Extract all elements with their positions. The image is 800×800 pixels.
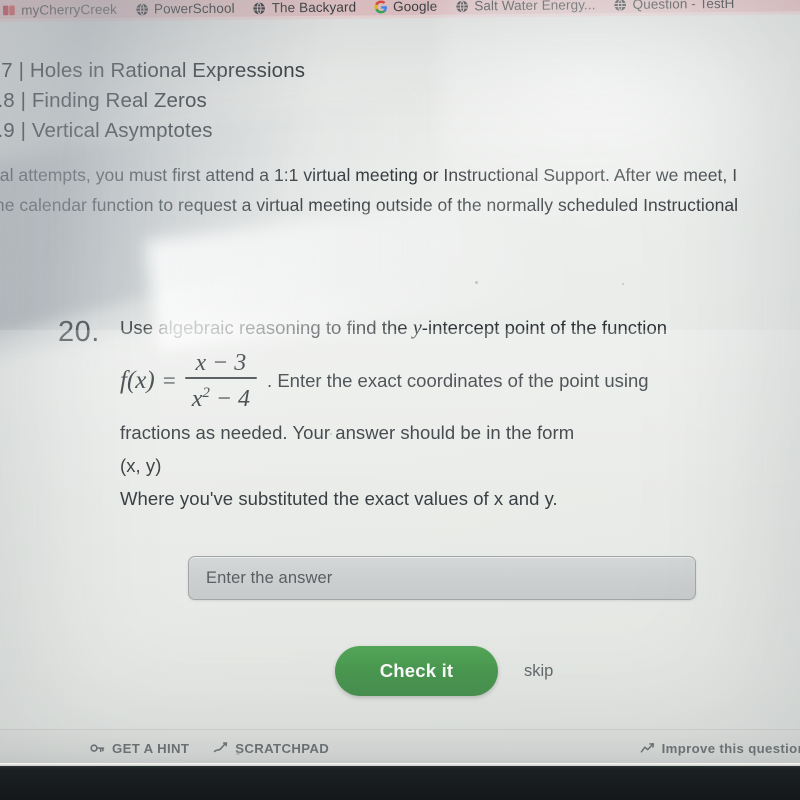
toolbar-left-group: GET A HINT SCRATCHPAD: [90, 741, 329, 756]
bookmark-label: Question - TestH: [632, 0, 735, 12]
formula-trailing-text: . Enter the exact coordinates of the poi…: [267, 370, 649, 391]
instructions-notice: nal attempts, you must first attend a 1:…: [0, 160, 800, 220]
denominator-base: x: [191, 386, 203, 413]
improve-question-button[interactable]: Improve this question: [640, 741, 800, 756]
bookmark-label: Google: [393, 0, 438, 15]
pencil-scribble-icon: [214, 741, 228, 752]
function-formula: f(x) = x − 3 x2 − 4 . Enter the exact co…: [120, 350, 778, 413]
question-text-after: point of the function: [499, 317, 668, 338]
bookmark-the-backyard[interactable]: The Backyard: [253, 0, 357, 20]
denominator-exponent: 2: [202, 385, 210, 402]
notice-line: nal attempts, you must first attend a 1:…: [0, 165, 738, 185]
bookmark-label: Salt Water Energy...: [474, 0, 596, 14]
bookmark-salt-water-energy[interactable]: Salt Water Energy...: [455, 0, 596, 18]
question-text-intercept: -intercept: [421, 317, 500, 338]
topic-item[interactable]: 2.8 | Finding Real Zeros: [0, 86, 684, 116]
question-bottom-toolbar: GET A HINT SCRATCHPAD Improve this quest…: [0, 729, 800, 766]
dust-speck: [330, 433, 332, 435]
monitor-screen-area: 2.7 | Holes in Rational Expressions 2.8 …: [0, 0, 800, 766]
bookmark-label: The Backyard: [271, 0, 357, 16]
globe-icon: [253, 1, 266, 14]
check-it-button[interactable]: Check it: [335, 646, 498, 696]
bookmark-question-testhub[interactable]: Question - TestH: [613, 0, 735, 16]
formula-fraction: x − 3 x2 − 4: [184, 349, 258, 414]
fraction-denominator: x2 − 4: [185, 379, 257, 413]
bookmark-mycherrycreek[interactable]: myCherryCreek: [2, 2, 117, 22]
question-text-before: Use algebraic reasoning to find the: [120, 317, 413, 338]
bookmark-label: myCherryCreek: [21, 1, 118, 18]
bookmark-google[interactable]: Google: [374, 0, 437, 18]
photographed-screen: 2.7 | Holes in Rational Expressions 2.8 …: [0, 0, 800, 800]
improve-question-label: Improve this question: [661, 741, 800, 756]
notice-line: the calendar function to request a virtu…: [0, 195, 739, 215]
dust-speck: [622, 283, 624, 285]
key-icon: [90, 743, 105, 752]
question-number: 20.: [58, 316, 100, 348]
scratchpad-button[interactable]: SCRATCHPAD: [213, 741, 329, 756]
skip-link[interactable]: skip: [524, 662, 553, 681]
question-line-3: fractions as needed. Your answer should …: [120, 422, 575, 443]
question-remainder: fractions as needed. Your answer should …: [120, 416, 778, 515]
trend-line-icon: [640, 743, 654, 753]
bookmark-powerschool[interactable]: PowerSchool: [135, 1, 235, 21]
question-body: Use algebraic reasoning to find the y-in…: [120, 312, 778, 515]
topic-item[interactable]: 2.9 | Vertical Asymptotes: [0, 116, 684, 146]
answer-input-placeholder: Enter the answer: [206, 568, 333, 587]
formula-lhs: f(x): [120, 367, 155, 394]
question-line-1: Use algebraic reasoning to find the y-in…: [120, 312, 778, 344]
globe-icon: [456, 0, 469, 12]
formula-equals: =: [162, 368, 176, 393]
bookmark-favicon-red-icon: [3, 5, 15, 15]
question-line-4: (x, y): [120, 455, 162, 476]
dust-speck: [236, 751, 240, 755]
topic-item[interactable]: 2.7 | Holes in Rational Expressions: [0, 56, 684, 86]
toolbar-right-group: Improve this question: [640, 730, 800, 766]
question-line-5: Where you've substituted the exact value…: [120, 488, 558, 509]
get-a-hint-label: GET A HINT: [112, 740, 190, 756]
dust-speck: [475, 281, 478, 284]
monitor-bezel: [0, 766, 800, 800]
fraction-numerator: x − 3: [195, 349, 247, 376]
denominator-tail: − 4: [209, 386, 251, 413]
browser-page-content: 2.7 | Holes in Rational Expressions 2.8 …: [0, 0, 800, 766]
globe-icon: [136, 3, 148, 16]
question-block: 20. Use algebraic reasoning to find the …: [58, 312, 778, 515]
question-actions: Check it skip: [335, 646, 553, 696]
get-a-hint-button[interactable]: GET A HINT: [90, 741, 189, 756]
bookmark-label: PowerSchool: [153, 0, 235, 17]
scratchpad-label: SCRATCHPAD: [235, 740, 330, 756]
topic-list: 2.7 | Holes in Rational Expressions 2.8 …: [0, 56, 684, 146]
answer-input[interactable]: Enter the answer: [188, 556, 696, 600]
question-variable-y: y: [412, 317, 422, 339]
google-g-icon: [374, 0, 387, 13]
globe-icon: [614, 0, 627, 11]
